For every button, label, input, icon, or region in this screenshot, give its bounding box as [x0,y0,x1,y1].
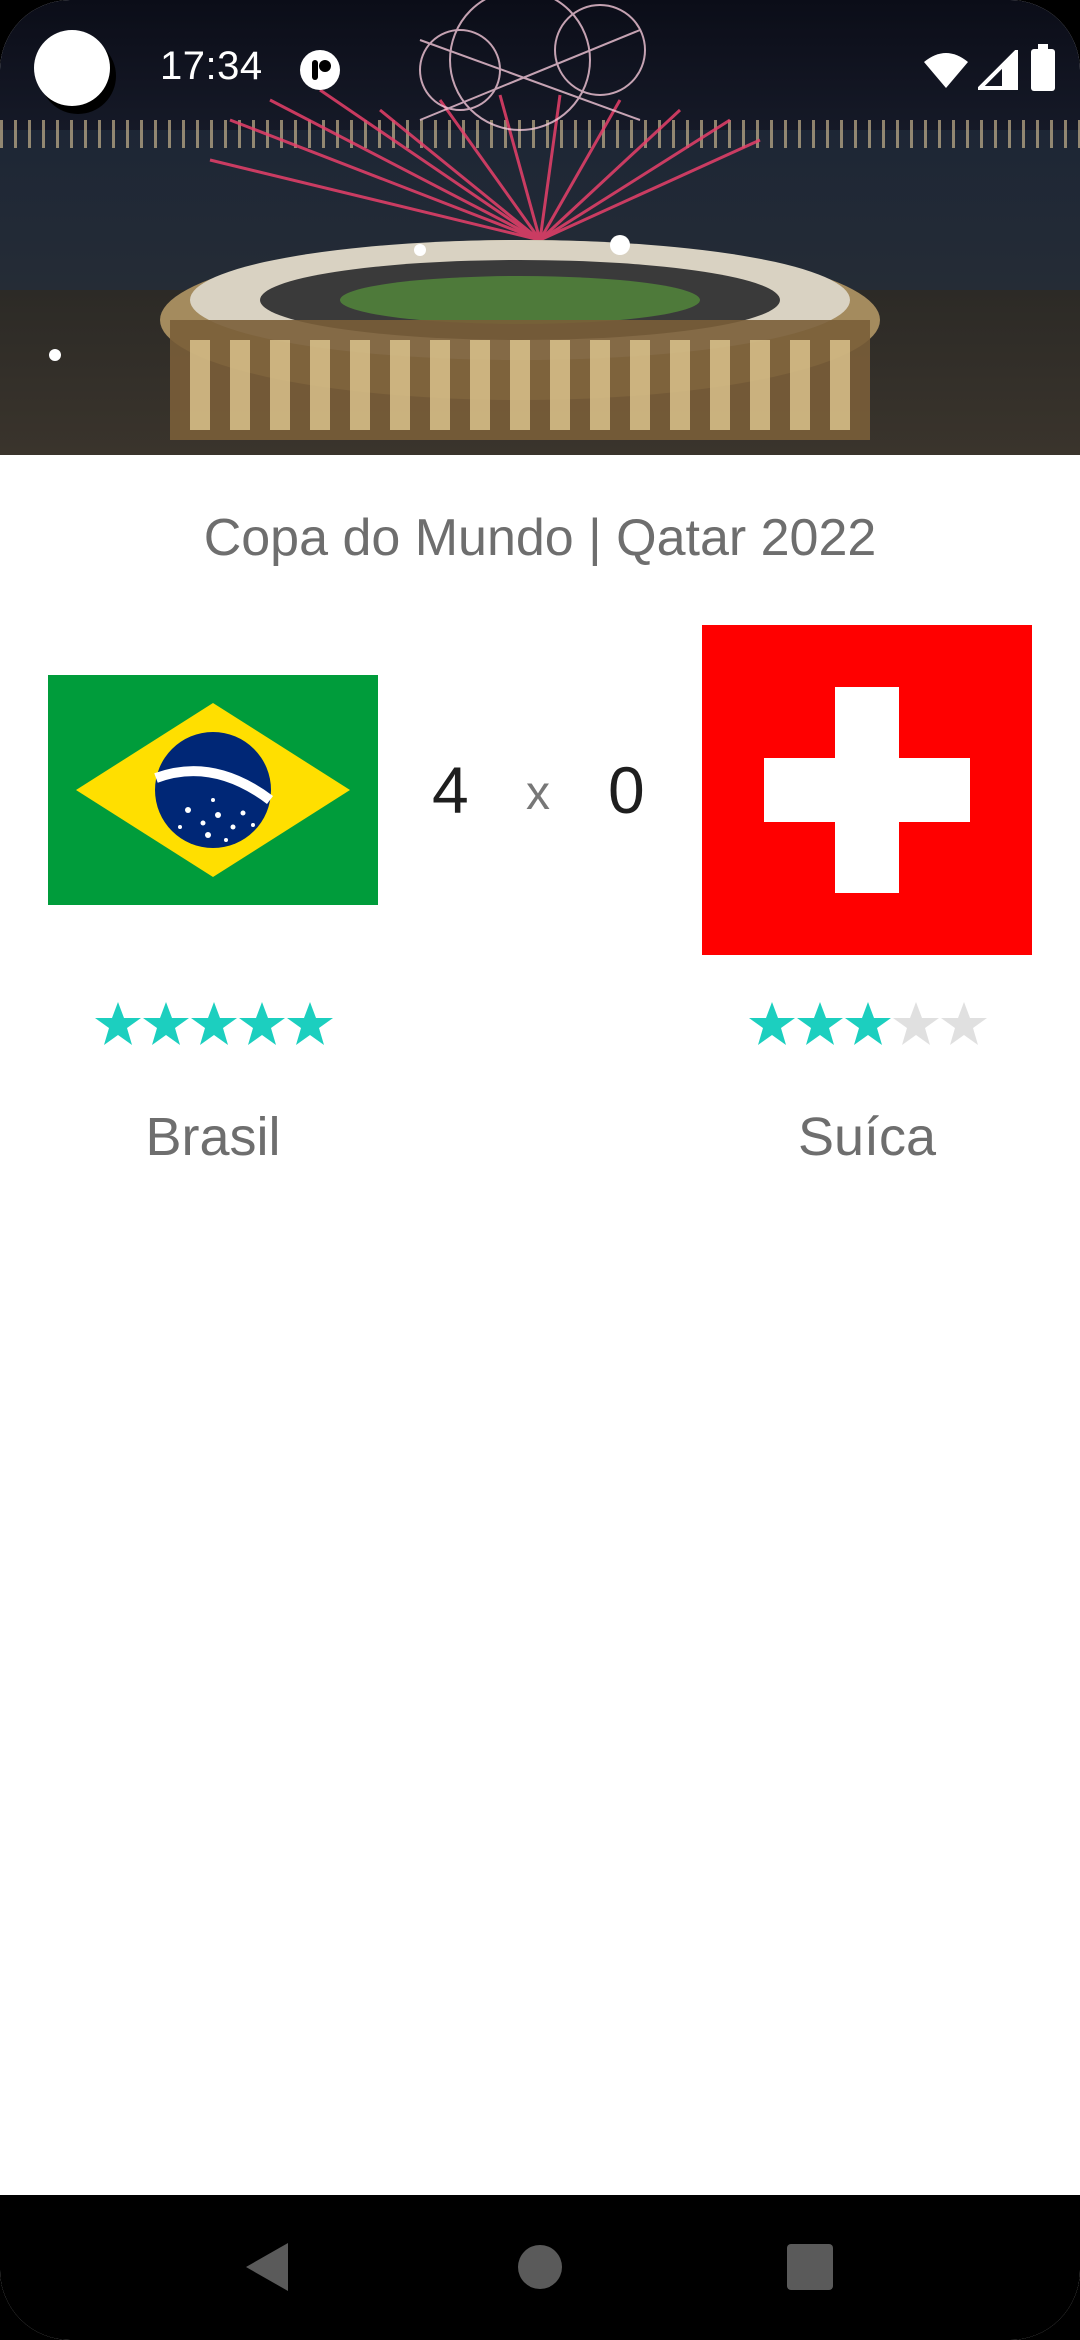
brazil-flag [48,675,378,905]
home-rating [94,1000,334,1048]
star-filled-icon [143,1002,189,1045]
star-filled-icon [845,1002,891,1045]
home-score: 4 [432,753,469,827]
wifi-icon [924,53,968,88]
home-team-name: Brasil [145,1107,281,1167]
back-icon[interactable] [242,2239,292,2295]
star-empty-icon [893,1002,939,1045]
switzerland-flag [702,625,1032,955]
app-screen: 17:34 Copa do Mundo | Qatar 2022 4 x 0 B… [0,0,1080,2340]
away-score: 0 [608,753,645,827]
away-team-name: Suíca [797,1107,937,1167]
star-filled-icon [749,1002,795,1045]
navigation-bar [0,2195,1080,2340]
star-filled-icon [95,1002,141,1045]
camera-cutout [34,30,110,106]
battery-icon [1031,44,1055,91]
score-separator: x [526,767,550,820]
star-empty-icon [941,1002,987,1045]
recents-icon[interactable] [786,2243,834,2291]
home-icon[interactable] [516,2243,564,2291]
star-filled-icon [287,1002,333,1045]
away-rating [748,1000,988,1048]
cellular-signal-icon [978,50,1018,90]
star-filled-icon [239,1002,285,1045]
notification-app-icon [300,50,340,90]
status-bar: 17:34 [0,0,1080,140]
tournament-title: Copa do Mundo | Qatar 2022 [203,509,877,567]
status-time: 17:34 [160,44,263,88]
star-filled-icon [191,1002,237,1045]
star-filled-icon [797,1002,843,1045]
